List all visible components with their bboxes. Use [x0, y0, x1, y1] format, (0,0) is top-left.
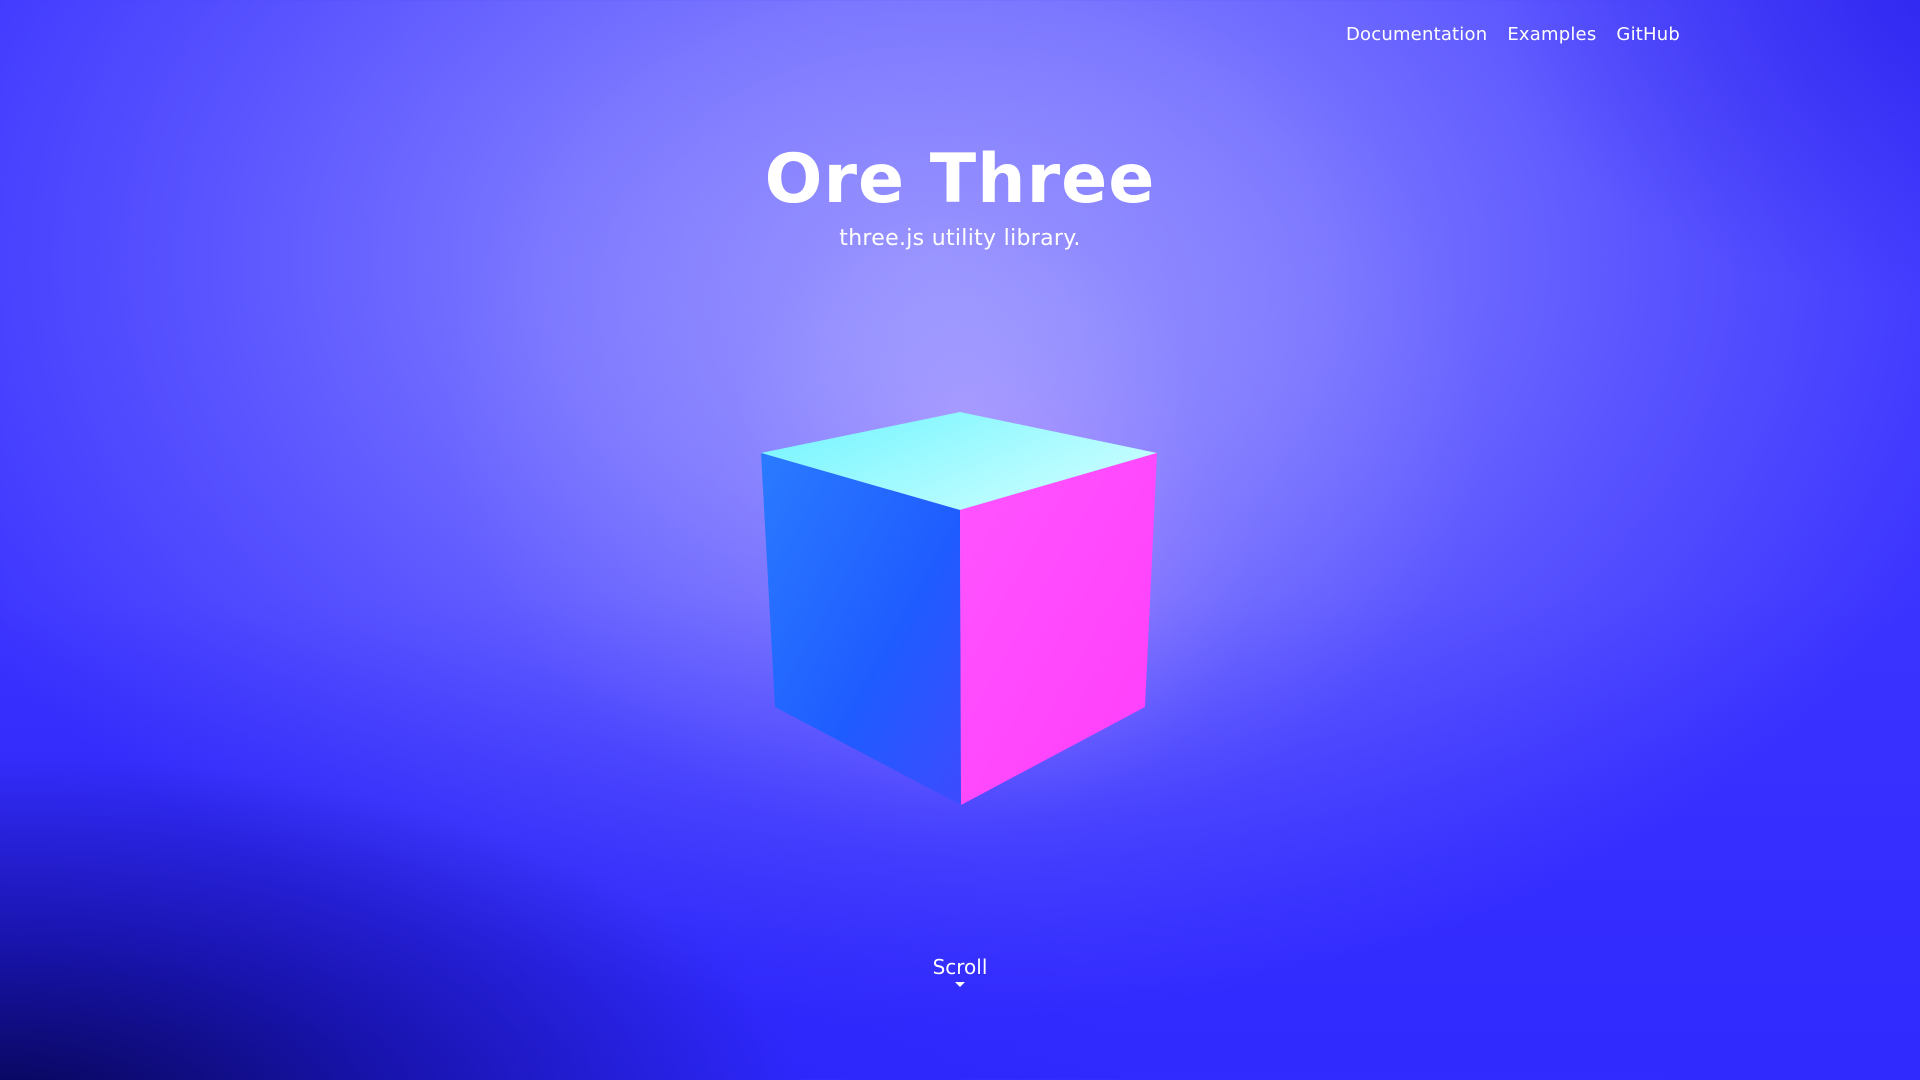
cube-face-left	[761, 453, 961, 805]
cube-canvas[interactable]	[0, 0, 1920, 1080]
scroll-indicator[interactable]: Scroll	[0, 955, 1920, 987]
caret-down-icon	[955, 982, 965, 987]
scroll-label: Scroll	[932, 955, 988, 979]
cube-illustration	[740, 300, 1260, 820]
